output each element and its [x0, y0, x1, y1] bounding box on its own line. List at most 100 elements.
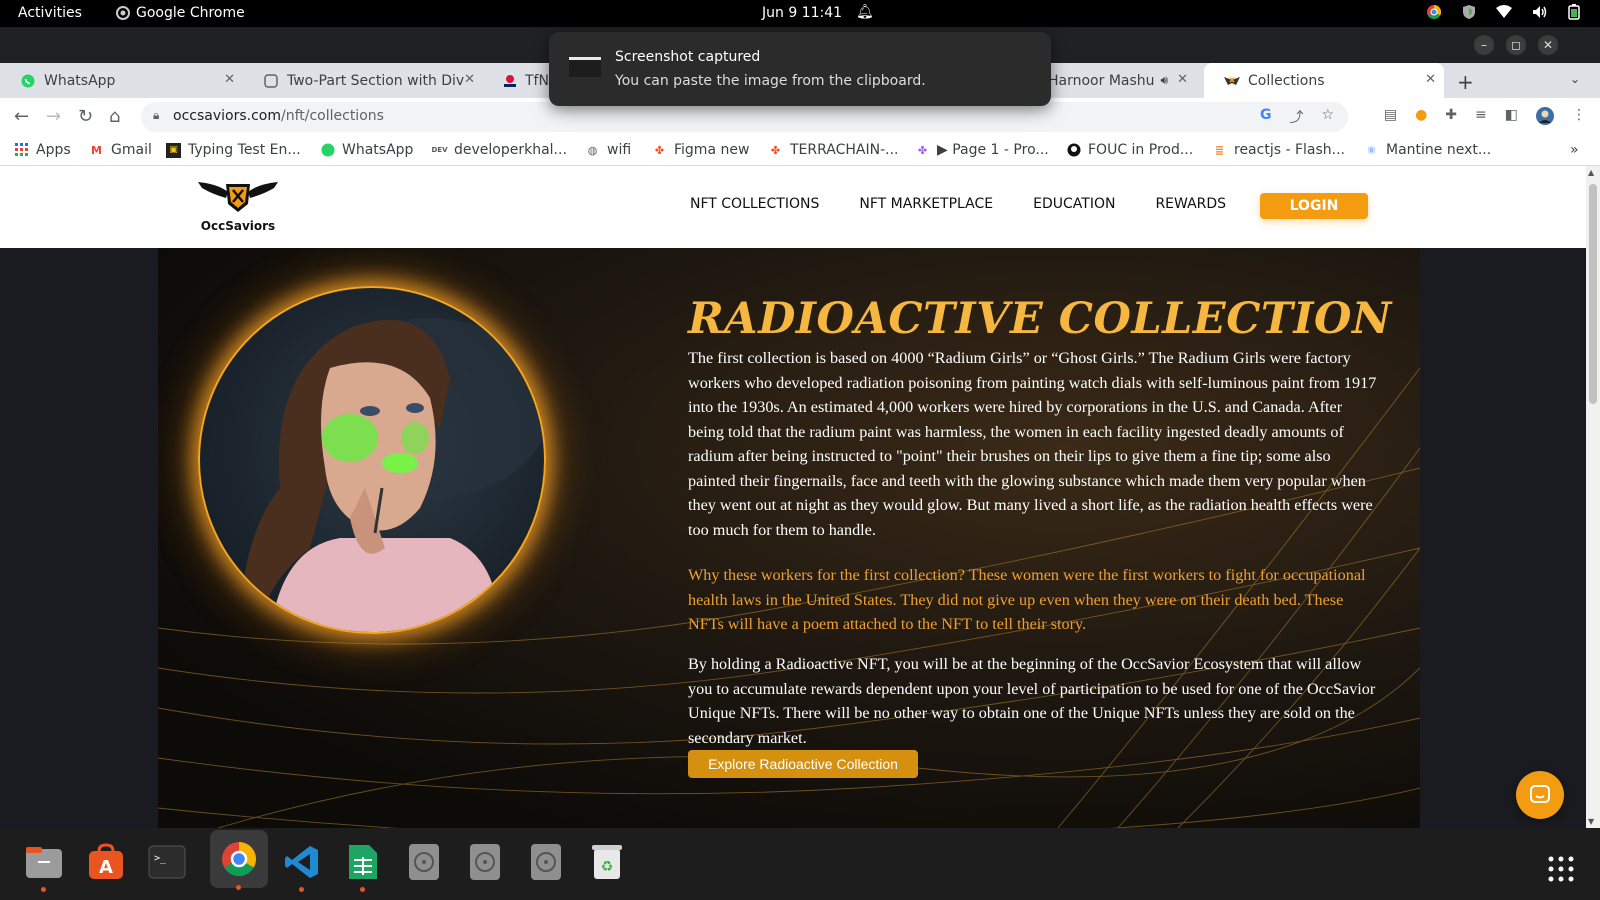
nav-nft-collections[interactable]: NFT COLLECTIONS — [690, 196, 819, 212]
bookmark-typing-test[interactable]: ▣ Typing Test En... — [166, 142, 301, 158]
battery-icon[interactable] — [1568, 4, 1580, 20]
trash-icon: ♻ — [592, 845, 622, 879]
side-panel-icon[interactable]: ◧ — [1505, 107, 1518, 129]
bookmark-page-1[interactable]: ✤ ▶ Page 1 - Pro... — [915, 142, 1049, 158]
app-menu[interactable]: Google Chrome — [116, 5, 245, 21]
forward-icon[interactable]: → — [46, 106, 61, 127]
chat-widget-button[interactable] — [1516, 771, 1564, 819]
new-tab-button[interactable]: + — [1457, 70, 1474, 94]
close-icon[interactable]: ✕ — [1425, 72, 1436, 87]
dock-disk-3[interactable] — [524, 840, 568, 884]
scroll-down-icon[interactable]: ▼ — [1588, 817, 1594, 826]
volume-icon[interactable] — [1532, 5, 1548, 19]
terminal-icon: >_ — [148, 845, 186, 879]
globe-icon: ◍ — [587, 143, 598, 157]
site-logo[interactable]: OccSaviors — [198, 176, 278, 233]
tab-label: Two-Part Section with Div — [287, 72, 465, 89]
collection-why: Why these workers for the first collecti… — [688, 566, 1366, 633]
whatsapp-icon — [320, 143, 335, 158]
tab-collections[interactable]: Collections ✕ — [1204, 63, 1444, 98]
figma-icon: ✤ — [917, 143, 928, 157]
bookmark-fouc[interactable]: FOUC in Prod... — [1066, 142, 1193, 158]
back-icon[interactable]: ← — [14, 106, 29, 127]
audio-playing-icon[interactable]: 🔊︎ — [1161, 73, 1169, 88]
reload-icon[interactable]: ↻ — [78, 106, 93, 127]
more-menu-icon[interactable]: ⋮ — [1572, 107, 1586, 129]
share-icon[interactable]: ⤴ — [1289, 107, 1303, 127]
bookmark-terrachain[interactable]: ✤ TERRACHAIN-... — [768, 142, 899, 158]
chrome-tray-icon[interactable] — [1426, 4, 1442, 20]
activities-button[interactable]: Activities — [18, 5, 82, 21]
tab-whatsapp[interactable]: WhatsApp ✕ — [0, 63, 243, 98]
gmail-icon: M — [91, 143, 102, 157]
media-controls-icon[interactable]: ≡ — [1475, 107, 1487, 129]
lock-icon[interactable]: 🔒︎ — [153, 108, 159, 123]
dock-chrome[interactable] — [210, 830, 268, 890]
bookmark-wifi[interactable]: ◍ wifi — [585, 142, 631, 158]
bookmark-mantine[interactable]: ⚛ Mantine next... — [1364, 142, 1492, 158]
minimize-icon[interactable]: – — [1474, 35, 1494, 55]
dock-trash[interactable]: ♻ — [585, 840, 629, 884]
bookmark-reactjs[interactable]: ≣ reactjs - Flash... — [1212, 142, 1345, 158]
notification-title: Screenshot captured — [615, 49, 761, 65]
login-button[interactable]: LOGIN — [1260, 193, 1368, 219]
extension-icon[interactable]: ▤ — [1384, 107, 1397, 129]
dock-disk-1[interactable] — [402, 840, 446, 884]
svg-text:♻: ♻ — [601, 859, 614, 875]
page-viewport: OccSaviors NFT COLLECTIONS NFT MARKETPLA… — [0, 166, 1586, 828]
close-icon[interactable]: ✕ — [464, 72, 475, 87]
explore-collection-button[interactable]: Explore Radioactive Collection — [688, 750, 918, 778]
page-scrollbar[interactable]: ▲ ▼ — [1586, 166, 1600, 828]
scroll-up-icon[interactable]: ▲ — [1588, 168, 1594, 177]
bookmark-apps[interactable]: Apps — [14, 142, 71, 158]
chat-icon — [1530, 785, 1550, 803]
tab-two-part-section[interactable]: Two-Part Section with Div ✕ — [243, 63, 483, 98]
tab-label: Harnoor Mashu — [1048, 72, 1155, 89]
radioactive-collection-section: RADIOACTIVE COLLECTION The first collect… — [158, 248, 1420, 828]
tab-tfns[interactable]: TfNS — [483, 63, 558, 98]
dock-files[interactable] — [22, 840, 66, 892]
wifi-icon[interactable] — [1496, 5, 1512, 19]
scrollbar-thumb[interactable] — [1589, 184, 1597, 404]
dock-disk-2[interactable] — [463, 840, 507, 884]
show-applications-icon[interactable] — [1548, 856, 1574, 882]
extension-orange-icon[interactable]: ● — [1415, 107, 1427, 129]
home-icon[interactable]: ⌂ — [109, 106, 120, 127]
url-text[interactable]: occsaviors.com/nft/collections — [173, 108, 384, 124]
nav-rewards[interactable]: REWARDS — [1155, 196, 1226, 212]
bookmark-star-icon[interactable]: ☆ — [1321, 107, 1334, 127]
bookmark-developerkhal[interactable]: DEV developerkhal... — [432, 142, 567, 158]
address-bar[interactable]: 🔒︎ occsaviors.com/nft/collections G ⤴ ☆ — [141, 102, 1348, 132]
bookmark-whatsapp[interactable]: WhatsApp — [320, 142, 413, 158]
radium-girl-portrait — [198, 286, 546, 634]
shield-icon[interactable] — [1462, 4, 1476, 20]
page-icon — [263, 73, 279, 89]
apps-grid-icon — [14, 143, 29, 158]
figma-icon: ✤ — [770, 143, 781, 157]
nav-nft-marketplace[interactable]: NFT MARKETPLACE — [859, 196, 993, 212]
bookmarks-bar: Apps M Gmail ▣ Typing Test En... WhatsAp… — [0, 136, 1600, 166]
tab-search-icon[interactable]: ⌄ — [1570, 72, 1580, 86]
close-window-icon[interactable]: ✕ — [1538, 35, 1558, 55]
puzzle-icon[interactable]: ✚ — [1445, 107, 1457, 129]
maximize-icon[interactable]: ◻ — [1506, 35, 1526, 55]
more-bookmarks-icon[interactable]: » — [1570, 142, 1579, 158]
dock-vscode[interactable] — [280, 840, 324, 892]
disk-icon — [470, 844, 500, 880]
nav-education[interactable]: EDUCATION — [1033, 196, 1115, 212]
close-icon[interactable]: ✕ — [224, 72, 235, 87]
screenshot-notification[interactable]: Screenshot captured You can paste the im… — [549, 32, 1051, 106]
avatar[interactable] — [1536, 107, 1554, 129]
bell-icon: 🔔︎ — [856, 4, 874, 20]
dock-spreadsheet[interactable] — [341, 840, 385, 892]
google-lens-icon[interactable]: G — [1260, 107, 1272, 127]
clock[interactable]: Jun 9 11:41 — [762, 5, 842, 21]
spreadsheet-icon — [349, 845, 377, 879]
bookmark-gmail[interactable]: M Gmail — [89, 142, 152, 158]
system-tray[interactable] — [1426, 4, 1580, 20]
dock-terminal[interactable]: >_ — [145, 840, 189, 884]
close-icon[interactable]: ✕ — [1177, 72, 1188, 87]
tab-harnoor[interactable]: Harnoor Mashu 🔊︎ ✕ — [1048, 63, 1196, 98]
dock-software[interactable]: A — [84, 840, 128, 884]
bookmark-figma-new[interactable]: ✤ Figma new — [652, 142, 750, 158]
